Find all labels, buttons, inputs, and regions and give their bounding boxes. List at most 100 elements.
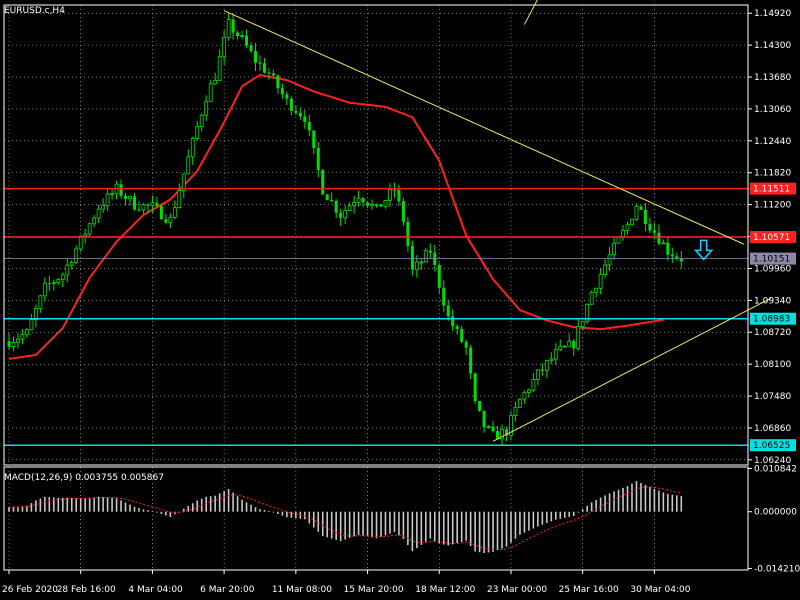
price-tick-label: 1.11200 xyxy=(754,201,791,211)
candle-body-bull xyxy=(352,202,357,207)
candle-body-bull xyxy=(531,379,536,391)
price-tick-label: 1.13060 xyxy=(754,105,791,115)
candle-body-bear xyxy=(276,75,280,89)
candle-body-bear xyxy=(47,283,51,285)
candle-body-bear xyxy=(155,202,159,206)
candle-body-bull xyxy=(217,56,222,81)
price-tick-label: 1.12440 xyxy=(754,137,791,147)
time-tick-label: 26 Feb 2020 xyxy=(2,585,58,595)
candle-body-bear xyxy=(271,73,275,76)
candle-body-bull xyxy=(25,329,29,336)
candle-body-bull xyxy=(544,360,549,371)
candle-body-bull xyxy=(486,426,491,428)
candle-body-bear xyxy=(639,206,643,210)
macd-tick-label: 0.000000 xyxy=(754,508,797,518)
price-tick-label: 1.08100 xyxy=(754,360,791,370)
candle-body-bull xyxy=(150,202,155,206)
candle-body-bull xyxy=(513,406,518,416)
candle-body-bull xyxy=(128,196,132,200)
candle-body-bear xyxy=(325,194,329,201)
candle-body-bear xyxy=(455,326,459,330)
candle-body-bear xyxy=(397,189,401,202)
candle-body-bear xyxy=(428,250,432,253)
candle-body-bull xyxy=(110,193,114,195)
time-tick-label: 23 Mar 00:00 xyxy=(487,585,547,595)
candle-body-bull xyxy=(594,287,599,293)
candle-body-bull xyxy=(208,83,213,103)
candle-body-bear xyxy=(473,373,477,402)
time-tick-label: 28 Feb 16:00 xyxy=(57,585,116,595)
candle-body-bull xyxy=(11,341,16,348)
candle-body-bear xyxy=(540,369,544,371)
price-tick-label: 1.13680 xyxy=(754,73,791,83)
candle-body-bear xyxy=(303,116,307,122)
candle-body-bull xyxy=(603,264,607,275)
price-tag-label: 1.08983 xyxy=(753,315,790,325)
candle-body-bear xyxy=(146,204,150,206)
candle-body-bear xyxy=(675,256,679,259)
candle-body-bull xyxy=(558,346,563,351)
candle-body-bear xyxy=(366,202,370,206)
candle-body-bull xyxy=(83,233,88,237)
time-tick-label: 30 Mar 04:00 xyxy=(630,585,690,595)
candle-body-bear xyxy=(312,130,316,148)
candle-body-bull xyxy=(16,338,20,343)
candle-body-bear xyxy=(321,170,325,195)
candle-body-bull xyxy=(51,282,56,285)
price-tick-label: 1.09960 xyxy=(754,264,791,274)
candle-body-bear xyxy=(410,245,414,270)
candle-body-bear xyxy=(670,254,674,257)
candle-body-bull xyxy=(168,216,173,223)
time-tick-label: 15 Mar 20:00 xyxy=(344,585,404,595)
candle-body-bear xyxy=(307,121,311,131)
candle-body-bear xyxy=(7,340,11,347)
candle-body-bull xyxy=(69,261,74,266)
candle-body-bear xyxy=(330,200,334,202)
candle-body-bull xyxy=(92,217,97,225)
candle-body-bull xyxy=(56,279,61,283)
candle-body-bull xyxy=(607,254,612,266)
candle-body-bull xyxy=(347,205,352,212)
candle-body-bull xyxy=(101,205,106,210)
candle-body-bull xyxy=(96,208,101,219)
candle-body-bull xyxy=(226,19,231,38)
time-tick-label: 25 Mar 16:00 xyxy=(559,585,619,595)
candle-body-bear xyxy=(464,341,468,348)
candle-body-bear xyxy=(643,209,647,225)
candle-body-bear xyxy=(236,32,240,36)
candle-body-bull xyxy=(576,326,581,349)
candle-body-bear xyxy=(491,426,495,432)
price-tag-label: 1.10571 xyxy=(753,233,790,243)
price-tick-label: 1.09340 xyxy=(754,296,791,306)
trading-chart[interactable]: 1.14920 1.14300 1.13680 1.13060 1.12440 1.118… xyxy=(0,0,800,600)
candle-body-bull xyxy=(598,274,603,289)
macd-tick-label: 0.010842 xyxy=(754,464,797,474)
candle-body-bull xyxy=(661,242,666,245)
candle-body-bull xyxy=(612,242,616,256)
time-tick-label: 18 Mar 12:00 xyxy=(415,585,475,595)
candle-body-bear xyxy=(280,88,284,95)
candle-body-bear xyxy=(657,232,661,244)
candle-body-bull xyxy=(383,200,388,208)
candle-body-bull xyxy=(141,204,146,211)
price-tag-label: 1.06525 xyxy=(753,441,790,451)
time-tick-label: 6 Mar 20:00 xyxy=(200,585,255,595)
price-tag-label: 1.11511 xyxy=(753,185,790,195)
candle-body-bear xyxy=(442,287,446,306)
candle-body-bull xyxy=(616,236,621,244)
candle-body-bear xyxy=(254,51,258,63)
candle-body-bull xyxy=(60,274,65,280)
candle-body-bear xyxy=(451,316,455,327)
candle-body-bear xyxy=(406,221,410,246)
candle-body-bull xyxy=(199,114,204,128)
candle-body-bull xyxy=(535,369,540,380)
candle-body-bull xyxy=(20,334,25,340)
time-tick-label: 11 Mar 08:00 xyxy=(272,585,332,595)
candle-body-bear xyxy=(339,212,343,218)
candle-body-bull xyxy=(38,295,43,309)
candle-body-bull xyxy=(204,101,209,116)
candle-body-bull xyxy=(621,229,625,238)
candle-body-bear xyxy=(267,72,271,74)
candle-body-bull xyxy=(388,189,392,201)
candle-body-bear xyxy=(289,98,293,111)
